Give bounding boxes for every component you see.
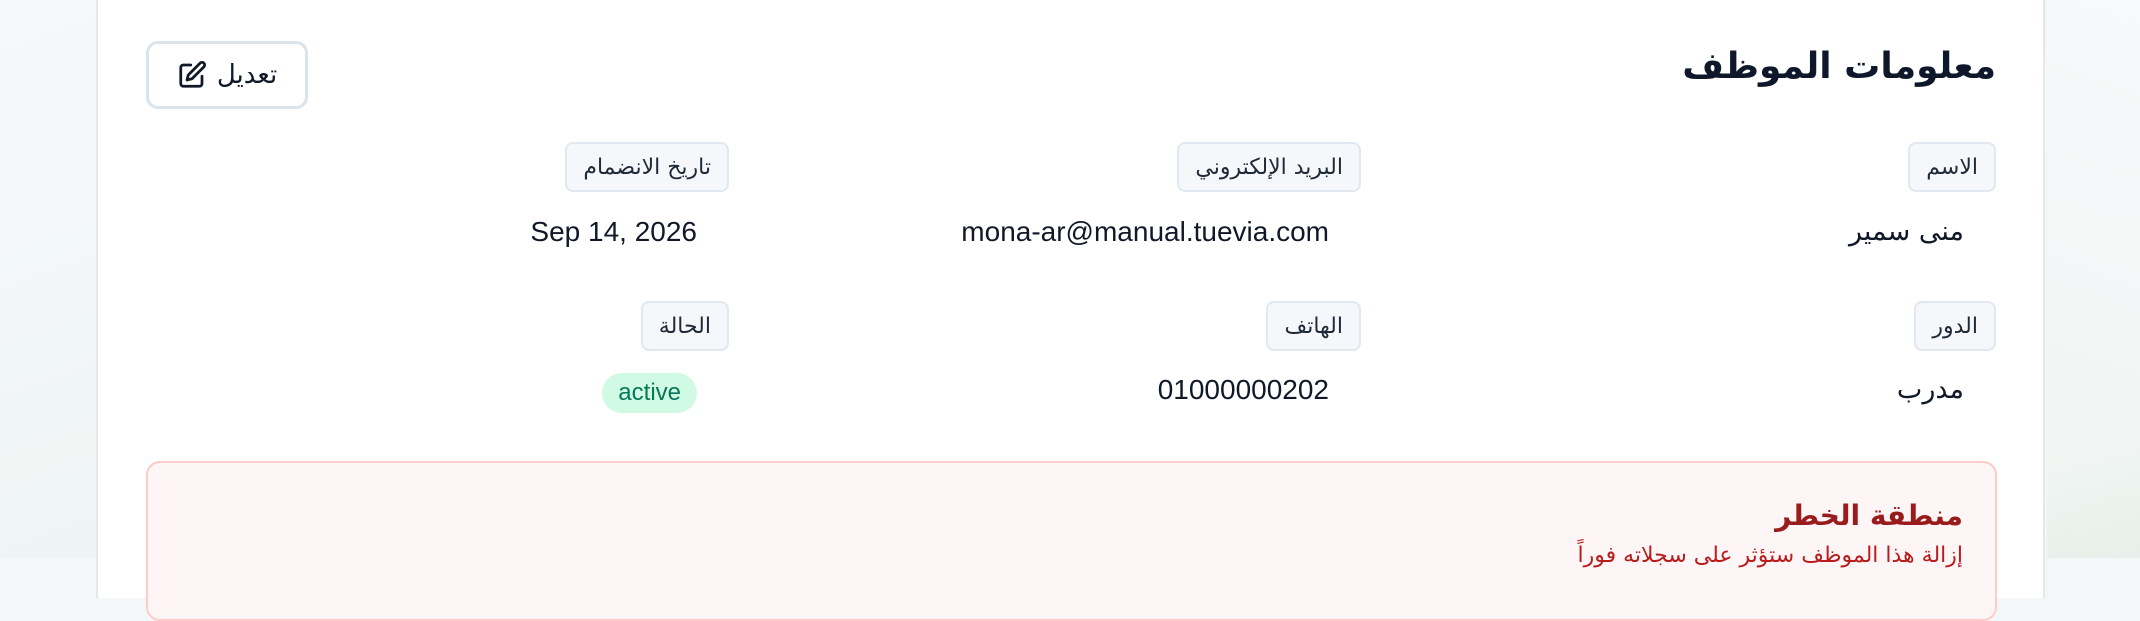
role-value: مدرب: [1896, 374, 1964, 405]
background-decoration-left: [0, 0, 96, 558]
danger-zone: منطقة الخطر إزالة هذا الموظف ستؤثر على س…: [146, 461, 1997, 621]
role-label: الدور: [1914, 301, 1996, 351]
join-date-label: تاريخ الانضمام: [565, 142, 729, 192]
status-label: الحالة: [640, 301, 729, 351]
danger-zone-text: إزالة هذا الموظف ستؤثر على سجلاته فوراً: [1577, 543, 1964, 568]
page-title: معلومات الموظف: [1682, 46, 1996, 87]
status-badge: active: [602, 373, 697, 413]
name-label: الاسم: [1908, 142, 1996, 192]
edit-button-label: تعديل: [216, 60, 278, 90]
phone-label: الهاتف: [1266, 301, 1361, 351]
employee-info-card: معلومات الموظف تعديل الاسم منى سمير البر…: [96, 0, 2045, 621]
background-decoration-right: [2047, 0, 2140, 558]
email-value: mona-ar@manual.tuevia.com: [961, 216, 1329, 247]
name-value: منى سمير: [1849, 216, 1964, 247]
email-label: البريد الإلكتروني: [1177, 142, 1361, 192]
danger-zone-title: منطقة الخطر: [1775, 499, 1963, 532]
edit-button[interactable]: تعديل: [146, 41, 308, 109]
join-date-value: Sep 14, 2026: [530, 216, 697, 247]
phone-value: 01000000202: [1157, 374, 1329, 405]
pencil-square-icon: [177, 60, 207, 90]
